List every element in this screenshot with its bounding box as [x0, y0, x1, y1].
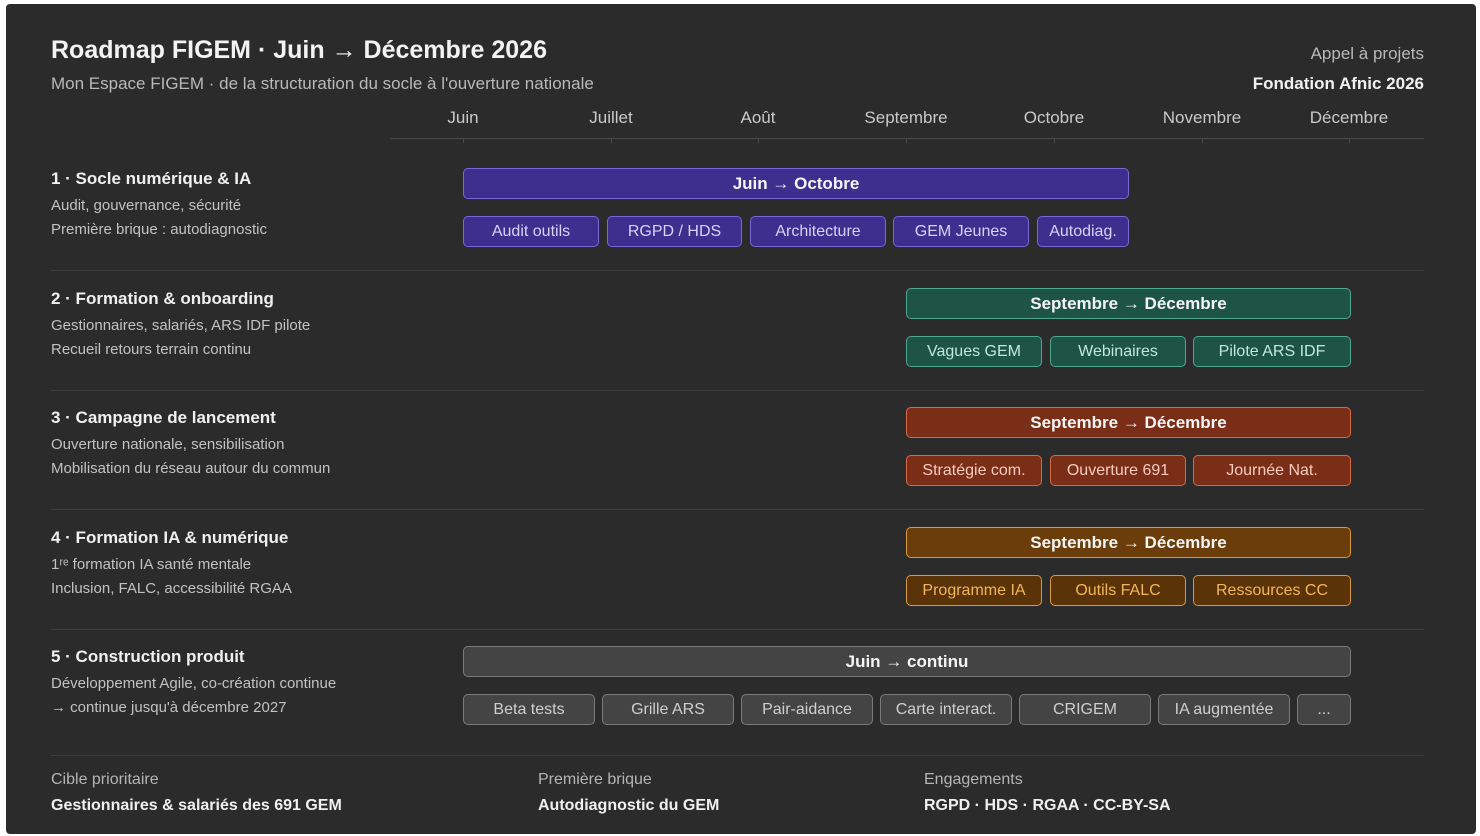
- task-chip[interactable]: RGPD / HDS: [607, 216, 742, 247]
- row-description: Recueil retours terrain continu: [51, 341, 252, 358]
- footer-label: Cible prioritaire: [51, 771, 159, 788]
- axis-tick: [1054, 138, 1055, 143]
- task-chip[interactable]: Carte interact.: [880, 694, 1012, 725]
- task-chip[interactable]: CRIGEM: [1019, 694, 1151, 725]
- row-title: 1 · Socle numérique & IA: [51, 169, 252, 188]
- timeline-bar[interactable]: Juin → continu: [463, 646, 1351, 677]
- task-chip[interactable]: Pair-aidance: [741, 694, 873, 725]
- footer-value: Gestionnaires & salariés des 691 GEM: [51, 797, 342, 814]
- month-label: Novembre: [1162, 108, 1242, 127]
- row-divider: [51, 755, 1424, 756]
- axis-tick: [906, 138, 907, 143]
- task-chip[interactable]: Pilote ARS IDF: [1193, 336, 1351, 367]
- task-chip[interactable]: Vagues GEM: [906, 336, 1042, 367]
- month-label: Juillet: [589, 108, 633, 127]
- task-chip[interactable]: Webinaires: [1050, 336, 1186, 367]
- row-description: Développement Agile, co-création continu…: [51, 675, 337, 692]
- axis-tick: [1202, 138, 1203, 143]
- task-chip[interactable]: Ressources CC: [1193, 575, 1351, 606]
- task-chip[interactable]: Beta tests: [463, 694, 595, 725]
- task-chip[interactable]: Outils FALC: [1050, 575, 1186, 606]
- task-chip[interactable]: Autodiag.: [1037, 216, 1129, 247]
- page-title: Roadmap FIGEM · Juin → Décembre 2026: [51, 36, 547, 64]
- row-title: 3 · Campagne de lancement: [51, 408, 276, 427]
- row-title: 2 · Formation & onboarding: [51, 289, 274, 308]
- row-divider: [51, 270, 1424, 271]
- timeline-bar[interactable]: Septembre → Décembre: [906, 407, 1351, 438]
- task-chip[interactable]: Journée Nat.: [1193, 455, 1351, 486]
- month-label: Décembre: [1309, 108, 1389, 127]
- axis-line: [390, 138, 1424, 139]
- task-chip[interactable]: Programme IA: [906, 575, 1042, 606]
- more-chip[interactable]: ...: [1297, 694, 1351, 725]
- row-divider: [51, 509, 1424, 510]
- task-chip[interactable]: Architecture: [750, 216, 886, 247]
- row-title: 4 · Formation IA & numérique: [51, 528, 289, 547]
- timeline-bar[interactable]: Septembre → Décembre: [906, 527, 1351, 558]
- footer-value: Autodiagnostic du GEM: [538, 797, 720, 814]
- row-description: Ouverture nationale, sensibilisation: [51, 436, 285, 453]
- task-chip[interactable]: Ouverture 691: [1050, 455, 1186, 486]
- month-label: Octobre: [1023, 108, 1085, 127]
- task-chip[interactable]: IA augmentée: [1158, 694, 1290, 725]
- task-chip[interactable]: Stratégie com.: [906, 455, 1042, 486]
- footer-value: RGPD · HDS · RGAA · CC-BY-SA: [924, 797, 1171, 814]
- task-chip[interactable]: Audit outils: [463, 216, 599, 247]
- call-label: Appel à projets: [1310, 44, 1424, 63]
- task-chip[interactable]: GEM Jeunes: [893, 216, 1029, 247]
- roadmap-card: Roadmap FIGEM · Juin → Décembre 2026 Mon…: [6, 4, 1476, 834]
- footer-label: Première brique: [538, 771, 652, 788]
- axis-tick: [1349, 138, 1350, 143]
- month-label: Septembre: [864, 108, 948, 127]
- row-description: 1ʳᵉ formation IA santé mentale: [51, 556, 252, 573]
- footer-label: Engagements: [924, 771, 1023, 788]
- row-description: Mobilisation du réseau autour du commun: [51, 460, 331, 477]
- timeline-bar[interactable]: Septembre → Décembre: [906, 288, 1351, 319]
- row-description: Première brique : autodiagnostic: [51, 221, 267, 238]
- row-description: Gestionnaires, salariés, ARS IDF pilote: [51, 317, 311, 334]
- timeline-bar[interactable]: Juin → Octobre: [463, 168, 1129, 199]
- task-chip[interactable]: Grille ARS: [602, 694, 734, 725]
- page-subtitle: Mon Espace FIGEM · de la structuration d…: [51, 74, 594, 93]
- row-divider: [51, 629, 1424, 630]
- row-description: Inclusion, FALC, accessibilité RGAA: [51, 580, 292, 597]
- month-label: Juin: [447, 108, 479, 127]
- row-description: → continue jusqu'à décembre 2027: [51, 699, 287, 716]
- month-label: Août: [740, 108, 776, 127]
- row-description: Audit, gouvernance, sécurité: [51, 197, 242, 214]
- axis-tick: [611, 138, 612, 143]
- row-title: 5 · Construction produit: [51, 647, 245, 666]
- axis-tick: [758, 138, 759, 143]
- call-name: Fondation Afnic 2026: [1252, 74, 1424, 93]
- axis-tick: [463, 138, 464, 143]
- row-divider: [51, 390, 1424, 391]
